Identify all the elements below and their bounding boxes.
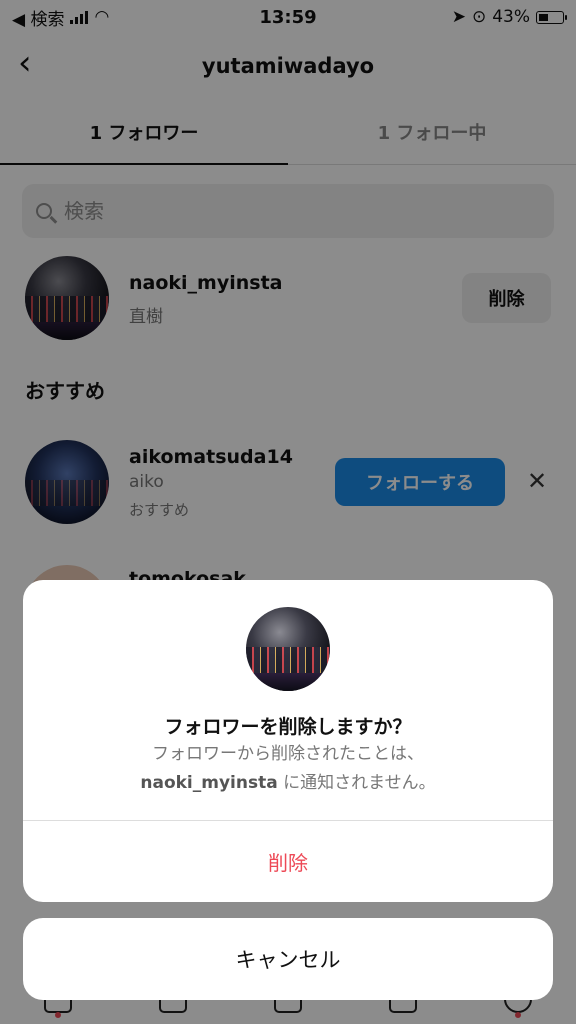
- dialog-username: naoki_myinsta: [140, 773, 278, 793]
- avatar: [246, 607, 330, 691]
- dialog-message-suffix: に通知されません。: [283, 773, 436, 793]
- cancel-button[interactable]: キャンセル: [23, 918, 553, 1000]
- dialog-message-line2: naoki_myinsta に通知されません。: [23, 769, 553, 798]
- dialog-message-line1: フォロワーから削除されたことは、: [152, 744, 424, 764]
- dialog-title: フォロワーを削除しますか？: [164, 716, 412, 738]
- dialog-message: フォロワーから削除されたことは、 naoki_myinsta に通知されません。: [23, 740, 553, 798]
- confirm-delete-button[interactable]: 削除: [23, 821, 553, 902]
- screen: ◀ 検索 ◠ 13:59 ➤ ⊙ 43% ‹ yutamiwadayo 1 フォ…: [0, 0, 576, 1024]
- remove-follower-dialog: フォロワーを削除しますか？ フォロワーから削除されたことは、 naoki_myi…: [23, 580, 553, 902]
